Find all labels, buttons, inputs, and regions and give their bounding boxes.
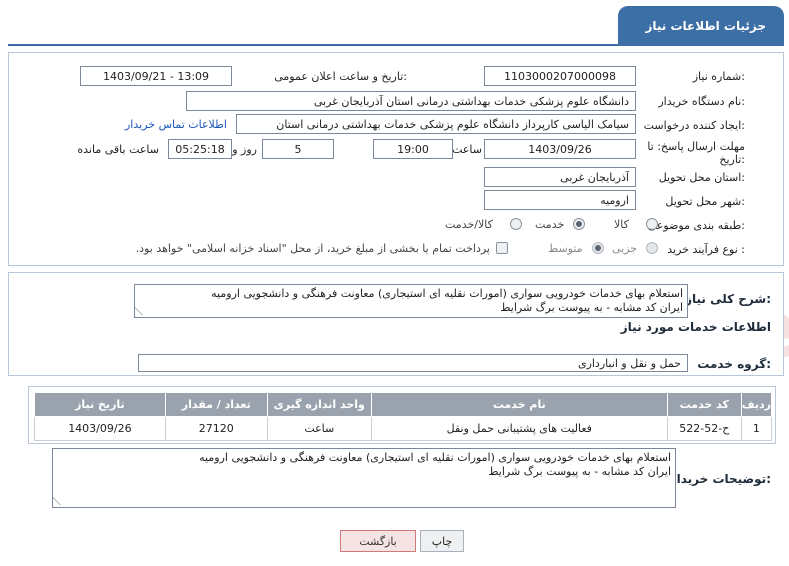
category-goods-service-radio[interactable] bbox=[510, 218, 522, 230]
buyer-org-field: دانشگاه علوم پزشکی خدمات بهداشتی درمانی … bbox=[186, 91, 636, 111]
need-number-label: شماره نیاز: bbox=[692, 70, 745, 83]
services-table: ردیف کد خدمت نام خدمت واحد اندازه گیری ت… bbox=[34, 392, 773, 441]
creator-field: سیامک الیاسی کارپرداز دانشگاه علوم پزشکی… bbox=[236, 114, 636, 134]
service-group-label: گروه خدمت: bbox=[697, 357, 771, 371]
buyer-notes-line2: ایران کد مشابه - به پیوست برگ شرایط bbox=[488, 465, 671, 478]
creator-label: ایجاد کننده درخواست: bbox=[643, 119, 745, 132]
buyer-contact-link[interactable]: اطلاعات تماس خریدار bbox=[125, 118, 227, 131]
cell-service-name: فعالیت های پشتیبانی حمل ونقل bbox=[370, 416, 668, 441]
remaining-label: ساعت باقی مانده bbox=[77, 143, 159, 156]
process-minor-label: جزیی bbox=[612, 242, 638, 255]
summary-label: شرح کلی نیاز: bbox=[685, 292, 771, 306]
col-row-number: ردیف bbox=[740, 392, 773, 417]
process-minor-radio[interactable] bbox=[646, 242, 658, 254]
province-label: استان محل تحویل: bbox=[658, 171, 745, 184]
process-medium-radio[interactable] bbox=[592, 242, 604, 254]
summary-text-line2: ایران کد مشابه - به پیوست برگ شرایط bbox=[500, 301, 683, 314]
col-unit: واحد اندازه گیری bbox=[266, 392, 372, 417]
city-field: ارومیه bbox=[484, 190, 636, 210]
process-medium-label: متوسط bbox=[548, 242, 583, 255]
days-field: 5 bbox=[262, 139, 334, 159]
buyer-notes-line1: استعلام بهای خدمات خودرویی سواری (امورات… bbox=[199, 451, 671, 464]
time-label: ساعت bbox=[452, 143, 482, 156]
summary-text-line1: استعلام بهای خدمات خودرویی سواری (امورات… bbox=[211, 287, 683, 300]
announce-field: 1403/09/21 - 13:09 bbox=[80, 66, 232, 86]
resize-grip-icon[interactable] bbox=[53, 497, 68, 505]
services-section-title: اطلاعات خدمات مورد نیاز bbox=[620, 320, 771, 334]
days-label: روز و bbox=[232, 143, 257, 156]
remaining-time-field: 05:25:18 bbox=[168, 139, 232, 159]
category-service-radio[interactable] bbox=[573, 218, 585, 230]
treasury-payment-note: پرداخت تمام یا بخشی از مبلغ خرید، از محل… bbox=[135, 242, 490, 255]
col-service-name: نام خدمت bbox=[370, 392, 668, 417]
province-field: آذربایجان غربی bbox=[484, 167, 636, 187]
need-number-field: 1103000207000098 bbox=[484, 66, 636, 86]
category-goods-label: کالا bbox=[614, 218, 629, 231]
announce-label: تاریخ و ساعت اعلان عمومی: bbox=[274, 70, 407, 83]
cell-row-number: 1 bbox=[740, 416, 773, 441]
summary-textarea[interactable]: استعلام بهای خدمات خودرویی سواری (امورات… bbox=[134, 284, 688, 318]
cell-unit: ساعت bbox=[266, 416, 372, 441]
category-goods-radio[interactable] bbox=[646, 218, 658, 230]
cell-need-date: 1403/09/26 bbox=[34, 416, 166, 441]
buyer-org-label: نام دستگاه خریدار: bbox=[658, 95, 745, 108]
table-row: 1 ح-52-522 فعالیت های پشتیبانی حمل ونقل … bbox=[34, 416, 773, 441]
back-button[interactable]: بازگشت bbox=[340, 530, 416, 552]
buyer-notes-label: توضیحات خریدار: bbox=[669, 472, 771, 486]
city-label: شهر محل تحویل: bbox=[665, 195, 745, 208]
buyer-notes-textarea[interactable]: استعلام بهای خدمات خودرویی سواری (امورات… bbox=[52, 448, 676, 508]
page-title: جزئیات اطلاعات نیاز bbox=[618, 6, 784, 45]
col-need-date: تاریخ نیاز bbox=[34, 392, 166, 417]
deadline-label-date: تاریخ: bbox=[719, 153, 745, 166]
service-group-field: حمل و نقل و انبارداری bbox=[138, 354, 688, 372]
treasury-payment-checkbox[interactable] bbox=[496, 242, 508, 254]
category-service-label: خدمت bbox=[535, 218, 565, 231]
category-goods-service-label: کالا/خدمت bbox=[445, 218, 493, 231]
print-button[interactable]: چاپ bbox=[420, 530, 464, 552]
deadline-time-field: 19:00 bbox=[373, 139, 453, 159]
deadline-date-field: 1403/09/26 bbox=[484, 139, 636, 159]
col-service-code: کد خدمت bbox=[666, 392, 742, 417]
col-quantity: تعداد / مقدار bbox=[164, 392, 268, 417]
header-divider bbox=[8, 44, 784, 46]
cell-quantity: 27120 bbox=[164, 416, 268, 441]
table-header-row: ردیف کد خدمت نام خدمت واحد اندازه گیری ت… bbox=[34, 392, 773, 417]
cell-service-code: ح-52-522 bbox=[666, 416, 742, 441]
services-table-wrap: ردیف کد خدمت نام خدمت واحد اندازه گیری ت… bbox=[34, 392, 773, 441]
process-label: نوع فرآیند خرید : bbox=[667, 243, 745, 256]
deadline-label: مهلت ارسال پاسخ: تا bbox=[647, 140, 745, 153]
category-label: طبقه بندی موضوعی: bbox=[647, 219, 745, 232]
